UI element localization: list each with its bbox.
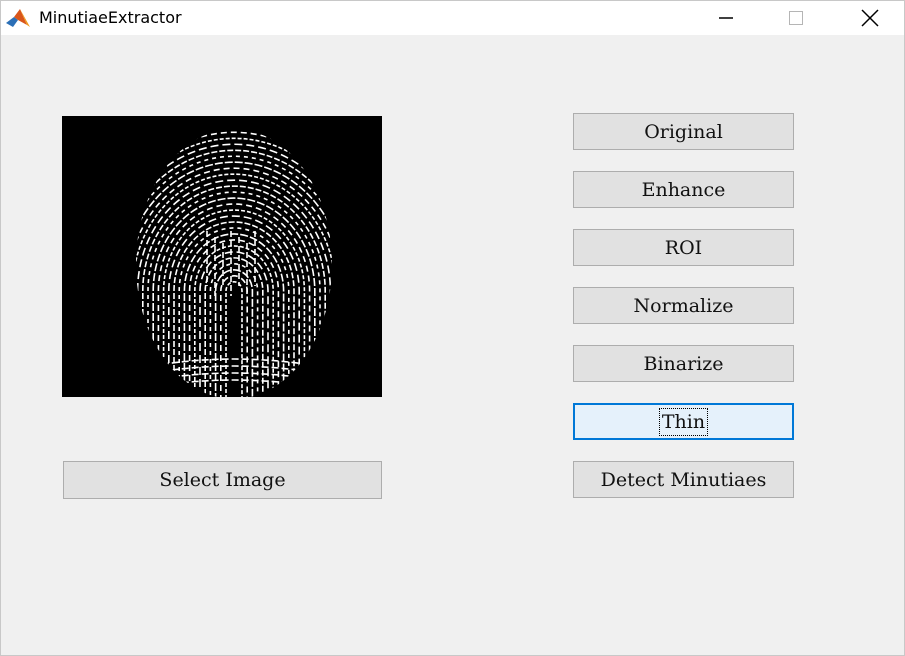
original-button[interactable]: Original (573, 113, 794, 150)
thin-button[interactable]: Thin (573, 403, 794, 440)
roi-button[interactable]: ROI (573, 229, 794, 266)
window-title: MinutiaeExtractor (39, 8, 182, 27)
select-image-button[interactable]: Select Image (63, 461, 382, 499)
normalize-button[interactable]: Normalize (573, 287, 794, 324)
binarize-button[interactable]: Binarize (573, 345, 794, 382)
minimize-icon (719, 17, 733, 19)
title-bar[interactable]: MinutiaeExtractor (1, 1, 904, 35)
enhance-button[interactable]: Enhance (573, 171, 794, 208)
fingerprint-image-panel (62, 116, 382, 399)
maximize-button[interactable] (773, 1, 819, 35)
close-icon (861, 9, 879, 27)
detect-minutiaes-button[interactable]: Detect Minutiaes (573, 461, 794, 498)
maximize-icon (789, 11, 803, 25)
app-window: MinutiaeExtractor Select Image Original … (0, 0, 905, 656)
matlab-app-icon (6, 9, 30, 27)
fingerprint-image (136, 131, 332, 399)
close-button[interactable] (847, 1, 893, 35)
minimize-button[interactable] (703, 1, 749, 35)
